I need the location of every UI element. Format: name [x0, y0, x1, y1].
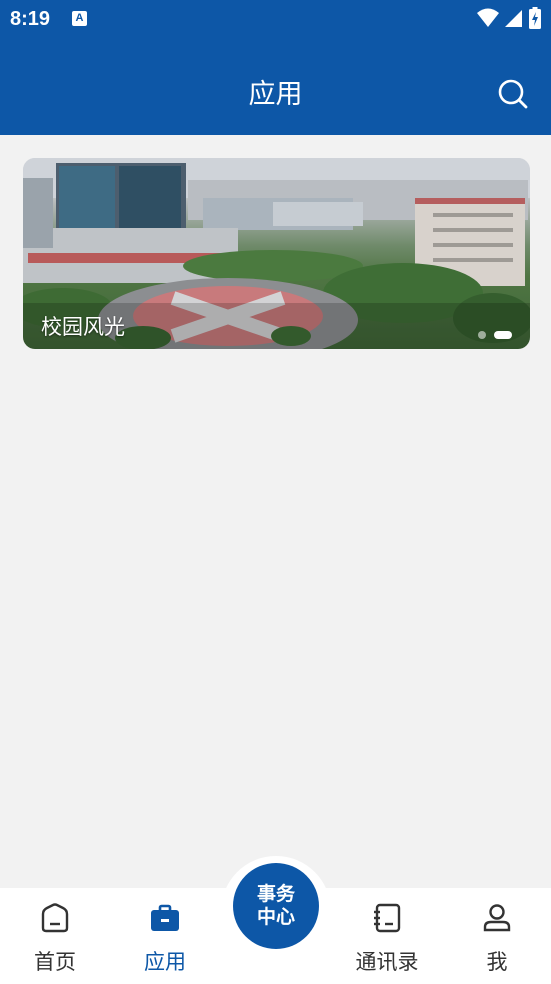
affairs-center-button[interactable]: 事务 中心: [233, 863, 319, 949]
tab-contacts-label: 通讯录: [355, 950, 419, 974]
user-icon: [483, 904, 511, 932]
center-button-line2: 中心: [256, 906, 295, 928]
battery-icon: [529, 7, 541, 29]
tab-contacts[interactable]: 通讯录: [342, 888, 432, 984]
page-title: 应用: [248, 79, 303, 110]
notification-a-icon: A: [72, 11, 87, 26]
contacts-book-icon: [374, 903, 401, 933]
tab-me[interactable]: 我: [452, 888, 542, 984]
app-header: 8:19 A 应用: [0, 0, 551, 135]
tab-apps-label: 应用: [144, 950, 186, 974]
status-bar: 8:19 A: [0, 0, 551, 38]
tab-apps[interactable]: 应用: [120, 888, 210, 984]
wifi-icon: [477, 8, 499, 27]
carousel-indicator: [478, 331, 512, 339]
system-icons: [477, 7, 541, 29]
briefcase-icon: [151, 904, 179, 931]
tab-home-label: 首页: [34, 950, 76, 974]
campus-banner[interactable]: 校园风光: [23, 158, 530, 349]
banner-caption: 校园风光: [41, 315, 125, 339]
signal-icon: [505, 10, 522, 27]
center-button-line1: 事务: [256, 883, 295, 905]
tab-me-label: 我: [486, 950, 508, 974]
search-icon[interactable]: [497, 78, 529, 110]
status-time: 8:19: [10, 8, 51, 30]
tab-home[interactable]: 首页: [10, 888, 100, 984]
carousel-dot[interactable]: [478, 331, 486, 339]
home-icon: [41, 903, 69, 933]
carousel-dot-active[interactable]: [494, 331, 512, 339]
